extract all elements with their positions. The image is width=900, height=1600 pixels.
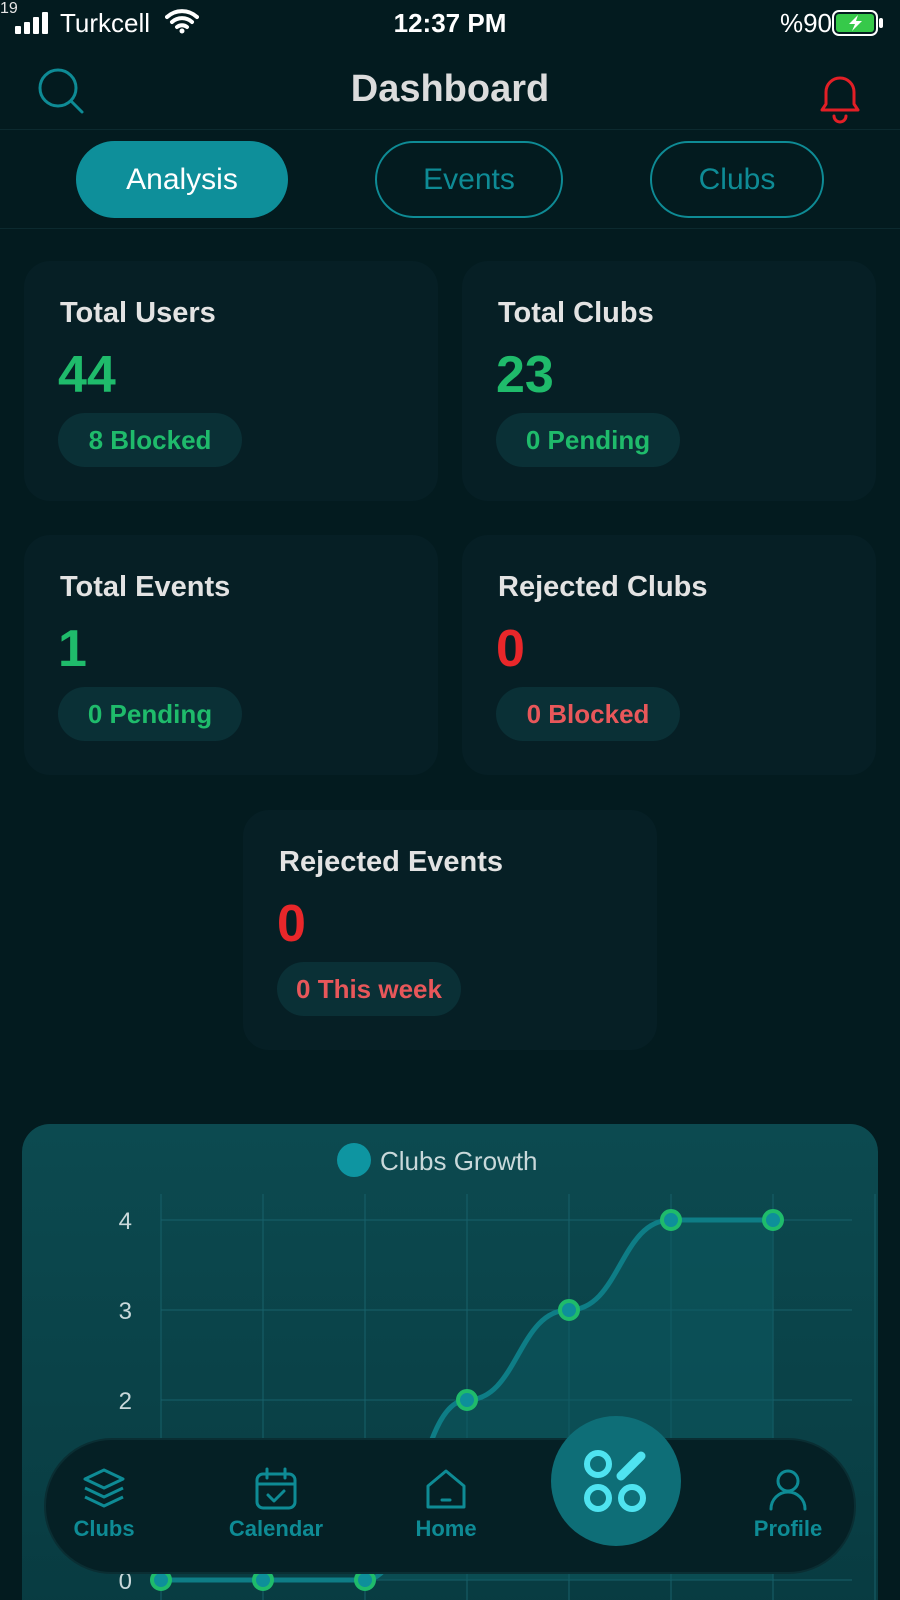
apps-edit-icon (584, 1450, 646, 1512)
nav-item-home[interactable]: Home (386, 1466, 506, 1542)
nav-label: Clubs (73, 1516, 135, 1541)
card-value: 23 (496, 346, 554, 404)
layers-icon (83, 1468, 125, 1508)
legend-label: Clubs Growth (380, 1146, 538, 1176)
data-point (660, 1209, 682, 1231)
card-title: Rejected Clubs (498, 571, 708, 603)
y-tick-label: 2 (119, 1388, 132, 1415)
y-tick-label: 4 (119, 1208, 132, 1235)
home-icon (426, 1469, 466, 1509)
y-tick-label: 3 (119, 1298, 132, 1325)
status-badge: 0 This week (277, 962, 461, 1016)
data-point (558, 1299, 580, 1321)
nav-item-clubs[interactable]: Clubs (44, 1466, 164, 1542)
rejected-events-card: Rejected Events 0 0 This week (243, 810, 657, 1050)
clock: 12:37 PM (393, 8, 507, 38)
bottom-nav: Clubs Calendar Home Profile (44, 1438, 856, 1574)
card-title: Rejected Events (279, 846, 504, 878)
status-bar: Turkcell 12:37 PM %90 (0, 0, 900, 46)
total-clubs-card: Total Clubs 23 0 Pending (462, 261, 876, 501)
card-value: 0 (277, 895, 306, 953)
app-header: Dashboard (0, 50, 900, 130)
battery-icon (832, 10, 883, 36)
center-action-button[interactable] (551, 1416, 681, 1546)
legend-swatch (337, 1143, 371, 1177)
rejected-clubs-card: Rejected Clubs 0 0 Blocked (462, 535, 876, 775)
card-value: 1 (58, 620, 87, 678)
status-badge: 8 Blocked (58, 413, 242, 467)
nav-label: Calendar (228, 1516, 324, 1541)
card-title: Total Events (60, 571, 231, 603)
total-events-card: Total Events 1 0 Pending (24, 535, 438, 775)
status-badge: 0 Pending (58, 687, 242, 741)
card-value: 0 (496, 620, 525, 678)
user-icon (769, 1469, 807, 1511)
calendar-check-icon (255, 1467, 297, 1510)
status-badge: 0 Pending (496, 413, 680, 467)
page-title: Dashboard (350, 68, 550, 110)
card-title: Total Users (60, 297, 216, 329)
tab-bar: Analysis Events Clubs (0, 131, 900, 229)
status-badge: 0 Blocked (496, 687, 680, 741)
tab-clubs[interactable]: Clubs (650, 141, 824, 218)
nav-item-calendar[interactable]: Calendar (216, 1466, 336, 1542)
card-title: Total Clubs (498, 297, 654, 329)
notification-bell-icon[interactable] (812, 66, 868, 124)
data-point (762, 1209, 784, 1231)
total-users-card: Total Users 44 8 Blocked (24, 261, 438, 501)
nav-item-profile[interactable]: Profile (728, 1466, 848, 1542)
battery-percent: %90 (779, 8, 832, 38)
tab-events[interactable]: Events (375, 141, 563, 218)
tab-analysis[interactable]: Analysis (76, 141, 288, 218)
nav-label: Home (415, 1516, 477, 1541)
nav-label: Profile (753, 1516, 823, 1541)
data-point (456, 1389, 478, 1411)
card-value: 44 (58, 346, 116, 404)
